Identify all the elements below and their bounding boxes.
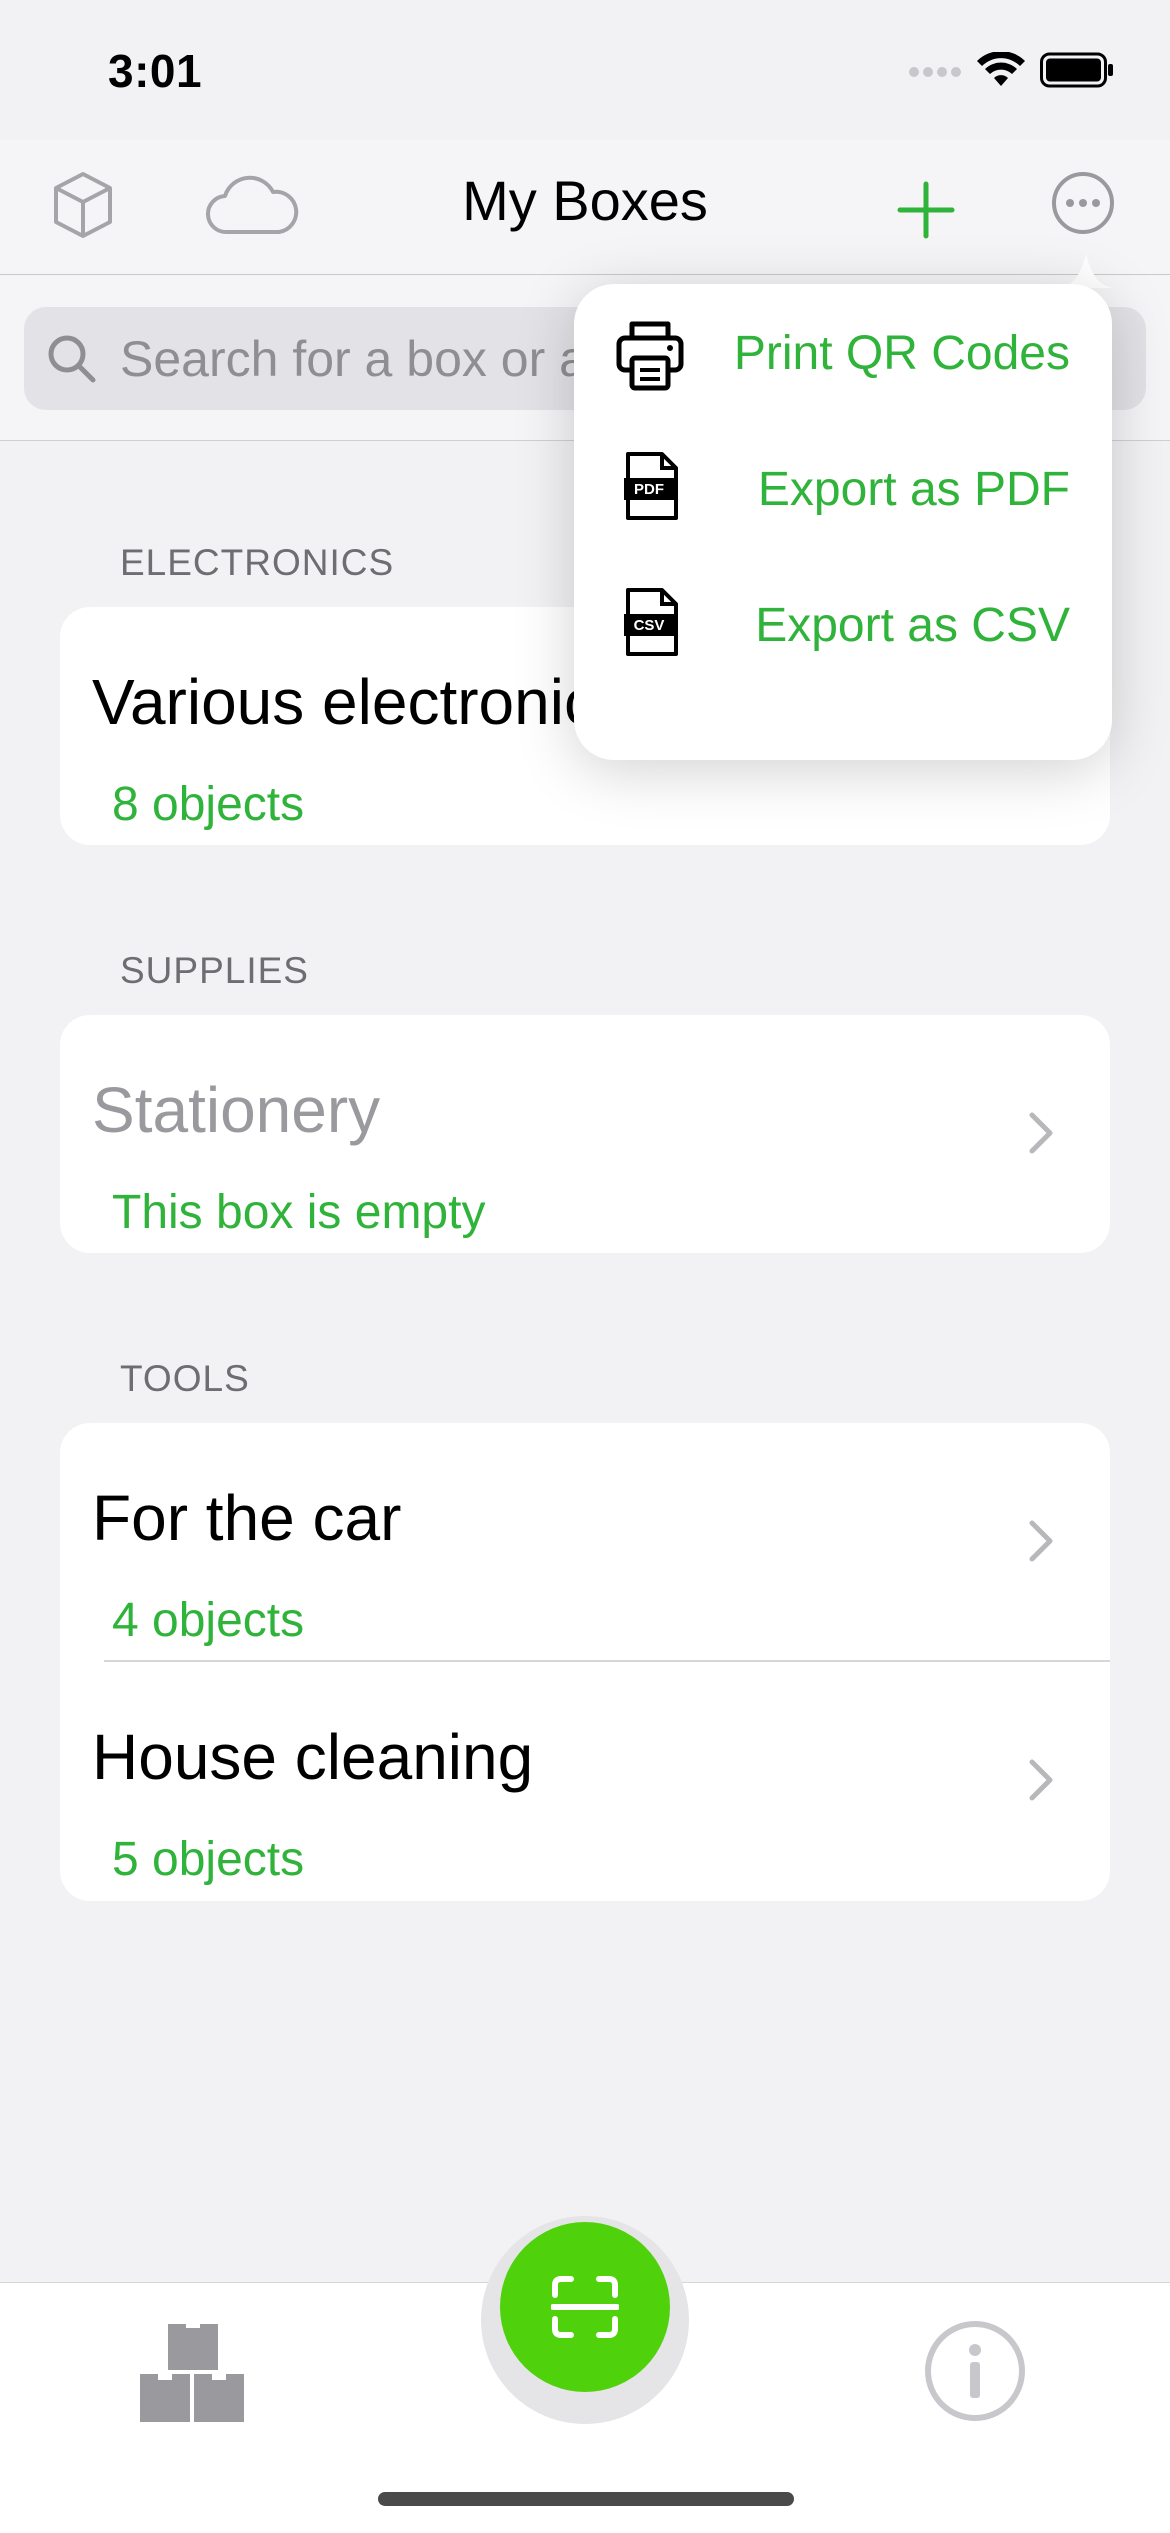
box-icon[interactable] — [48, 168, 118, 242]
home-indicator — [378, 2492, 794, 2506]
menu-item-label: Export as CSV — [755, 599, 1070, 652]
box-object-count: 5 objects — [112, 1833, 305, 1886]
box-title: Stationery — [92, 1074, 381, 1146]
cellular-signal-icon — [909, 67, 961, 77]
menu-item-label: Print QR Codes — [733, 327, 1070, 380]
pdf-badge-text: PDF — [634, 481, 664, 498]
menu-item-export-pdf[interactable]: PDF Export as PDF — [574, 420, 1112, 556]
tools-card: For the car 4 objects House cleaning 5 o… — [60, 1423, 1110, 1901]
box-title: For the car — [92, 1482, 402, 1554]
box-object-count: 8 objects — [112, 778, 305, 831]
more-options-popover: Print QR Codes PDF Export as PDF CSV Exp… — [574, 284, 1112, 760]
box-row-for-the-car[interactable]: For the car 4 objects — [60, 1423, 1110, 1662]
search-icon — [48, 335, 96, 382]
plus-icon — [897, 181, 955, 239]
status-time: 3:01 — [108, 45, 203, 97]
battery-icon — [1040, 52, 1113, 88]
section-header-supplies: SUPPLIES — [120, 950, 309, 991]
chevron-right-icon — [1029, 1112, 1053, 1154]
printer-icon — [616, 321, 684, 391]
section-header-tools: TOOLS — [120, 1358, 250, 1399]
box-object-count: 4 objects — [112, 1594, 305, 1647]
box-row-stationery[interactable]: Stationery This box is empty — [60, 1015, 1110, 1253]
pdf-file-icon: PDF — [624, 452, 678, 520]
info-icon — [925, 2321, 1025, 2421]
menu-item-export-csv[interactable]: CSV Export as CSV — [574, 556, 1112, 692]
csv-badge-text: CSV — [634, 617, 665, 634]
chevron-right-icon — [1029, 1520, 1053, 1562]
add-box-button[interactable] — [894, 178, 958, 242]
wifi-icon — [977, 52, 1025, 86]
csv-file-icon: CSV — [624, 588, 678, 656]
more-icon — [1052, 172, 1114, 234]
scan-button[interactable] — [500, 2222, 670, 2392]
box-row-house-cleaning[interactable]: House cleaning 5 objects — [60, 1662, 1110, 1901]
page-title: My Boxes — [462, 169, 708, 232]
box-object-count: This box is empty — [112, 1186, 486, 1239]
chevron-right-icon — [1029, 1759, 1053, 1801]
tab-boxes[interactable] — [140, 2318, 250, 2424]
cloud-icon[interactable] — [204, 172, 300, 238]
scan-icon — [551, 2276, 619, 2338]
status-indicators — [908, 52, 1114, 88]
boxes-tab-icon — [140, 2318, 244, 2422]
tab-info[interactable] — [924, 2320, 1026, 2422]
box-title: House cleaning — [92, 1721, 534, 1793]
section-header-electronics: ELECTRONICS — [120, 542, 395, 583]
supplies-card: Stationery This box is empty — [60, 1015, 1110, 1253]
menu-item-print-qr-codes[interactable]: Print QR Codes — [574, 284, 1112, 420]
menu-item-label: Export as PDF — [757, 463, 1070, 516]
more-options-button[interactable] — [1050, 170, 1116, 236]
box-title: Various electronics — [92, 666, 628, 738]
